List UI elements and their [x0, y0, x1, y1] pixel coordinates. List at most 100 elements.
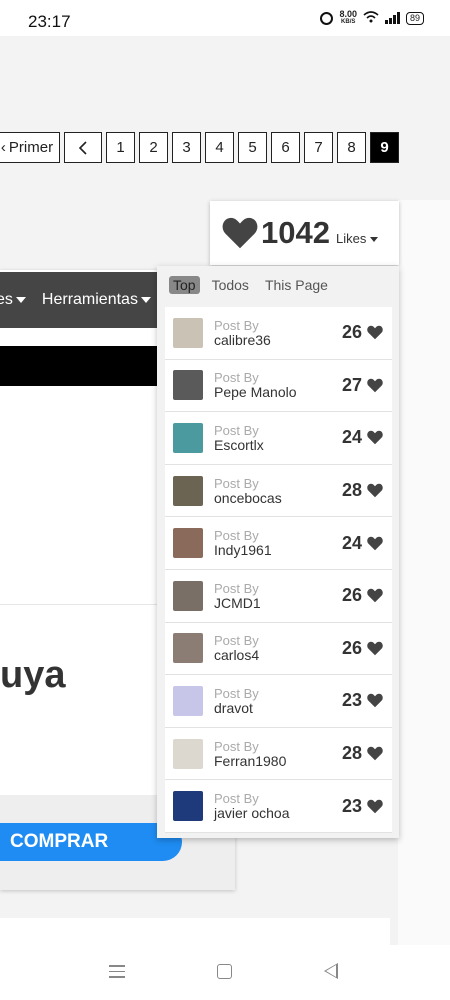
like-score: 26: [341, 637, 362, 658]
pagination-page-7[interactable]: 7: [304, 132, 333, 163]
nav-item-partial[interactable]: es: [0, 291, 26, 309]
content-panel: [0, 400, 157, 605]
like-score: 26: [341, 585, 362, 606]
username[interactable]: carlos4: [214, 648, 259, 663]
home-icon[interactable]: [217, 964, 232, 979]
username[interactable]: Indy1961: [214, 543, 272, 558]
tab-this-page[interactable]: This Page: [261, 276, 332, 294]
username[interactable]: Pepe Manolo: [214, 385, 297, 400]
pagination-first-label: Primer: [8, 139, 54, 156]
post-author: Post By Pepe Manolo: [214, 370, 297, 400]
avatar[interactable]: [173, 317, 203, 348]
like-score: 27: [341, 374, 362, 395]
post-author: Post By oncebocas: [214, 476, 282, 506]
pagination-page-9-current[interactable]: 9: [370, 132, 399, 163]
post-author: Post By Escortlx: [214, 423, 264, 453]
pagination-page-6[interactable]: 6: [271, 132, 300, 163]
back-icon[interactable]: [324, 963, 338, 979]
list-item[interactable]: Post By Pepe Manolo 27: [165, 359, 392, 413]
pagination-page-4[interactable]: 4: [205, 132, 234, 163]
username[interactable]: JCMD1: [214, 595, 261, 611]
like-score: 24: [341, 532, 362, 553]
list-item[interactable]: Post By Ferran1980 28: [165, 727, 392, 781]
like-score: 26: [341, 322, 362, 343]
page-side-strip: [398, 200, 450, 945]
likes-list: Post By calibre36 26 Post By Pepe Manolo 27 Po…: [165, 307, 392, 833]
avatar[interactable]: [173, 580, 203, 611]
tab-top[interactable]: Top: [169, 276, 200, 294]
status-icons: 8.00 KB/S 89: [320, 10, 424, 26]
pagination-prev-button[interactable]: [64, 132, 102, 163]
alarm-icon: [320, 11, 334, 25]
status-bar: 23:17 8.00 KB/S 89: [0, 0, 450, 36]
chevron-left-icon: ‹: [0, 139, 6, 156]
heart-icon: [367, 483, 383, 498]
pagination-page-8[interactable]: 8: [337, 132, 366, 163]
post-by-label: Post By: [214, 370, 259, 386]
caret-down-icon: [370, 236, 379, 242]
list-item[interactable]: Post By oncebocas 28: [165, 464, 392, 518]
like-score: 24: [341, 427, 362, 448]
list-item[interactable]: Post By carlos4 26: [165, 622, 392, 676]
like-score: 23: [341, 795, 362, 816]
pagination-page-5[interactable]: 5: [238, 132, 267, 163]
recent-apps-icon[interactable]: [109, 965, 125, 982]
username[interactable]: oncebocas: [214, 490, 282, 506]
post-author: Post By Indy1961: [214, 528, 272, 558]
heart-icon: [367, 799, 383, 813]
network-speed-unit: KB/S: [341, 19, 356, 25]
pagination-page-2[interactable]: 2: [139, 132, 168, 163]
avatar[interactable]: [173, 370, 203, 401]
username[interactable]: calibre36: [214, 332, 271, 348]
avatar[interactable]: [173, 422, 203, 453]
list-item[interactable]: Post By Indy1961 24: [165, 517, 392, 570]
avatar[interactable]: [173, 791, 203, 822]
tab-todos[interactable]: Todos: [208, 276, 253, 294]
avatar[interactable]: [173, 528, 203, 559]
post-by-label: Post By: [214, 475, 259, 491]
list-item[interactable]: Post By dravot 23: [165, 675, 392, 728]
site-navbar: es Herramientas: [0, 272, 160, 328]
post-by-label: Post By: [214, 738, 259, 754]
system-nav-bar: [0, 945, 450, 1000]
comprar-button[interactable]: COMPRAR: [0, 823, 182, 861]
username[interactable]: dravot: [214, 700, 259, 716]
caret-down-icon: [140, 296, 151, 303]
username[interactable]: javier ochoa: [214, 806, 290, 821]
post-author: Post By JCMD1: [214, 581, 261, 611]
post-by-label: Post By: [214, 685, 259, 701]
signal-icon: [384, 12, 400, 24]
heart-icon: [367, 746, 383, 761]
username[interactable]: Ferran1980: [214, 753, 286, 769]
post-by-label: Post By: [214, 317, 259, 333]
like-score: 23: [341, 690, 362, 711]
post-author: Post By Ferran1980: [214, 739, 286, 769]
list-item[interactable]: Post By javier ochoa 23: [165, 780, 392, 833]
post-by-label: Post By: [214, 580, 259, 596]
heart-icon: [367, 641, 383, 656]
avatar[interactable]: [173, 475, 203, 506]
avatar[interactable]: [173, 685, 203, 716]
list-item[interactable]: Post By Escortlx 24: [165, 412, 392, 465]
network-speed: 8.00 KB/S: [339, 10, 357, 26]
username[interactable]: Escortlx: [214, 437, 264, 453]
avatar[interactable]: [173, 633, 203, 664]
pagination: ‹ Primer 1 2 3 4 5 6 7 8 9: [0, 132, 399, 163]
post-author: Post By carlos4: [214, 633, 259, 663]
pagination-page-3[interactable]: 3: [172, 132, 201, 163]
heart-icon: [367, 326, 383, 340]
avatar[interactable]: [173, 738, 203, 769]
list-item[interactable]: Post By JCMD1 26: [165, 569, 392, 623]
nav-item-herramientas[interactable]: Herramientas: [42, 291, 151, 309]
pagination-first-button[interactable]: ‹ Primer: [0, 132, 60, 163]
battery-icon: 89: [405, 11, 424, 25]
wifi-icon: [363, 10, 379, 26]
pagination-page-1[interactable]: 1: [106, 132, 135, 163]
post-by-label: Post By: [214, 791, 259, 807]
product-title-fragment: uya: [0, 654, 66, 696]
likes-header[interactable]: 1042 Likes: [210, 201, 399, 265]
chevron-left-icon: [78, 140, 87, 155]
post-by-label: Post By: [214, 422, 259, 438]
list-item[interactable]: Post By calibre36 26: [165, 307, 392, 360]
post-author: Post By dravot: [214, 686, 259, 716]
